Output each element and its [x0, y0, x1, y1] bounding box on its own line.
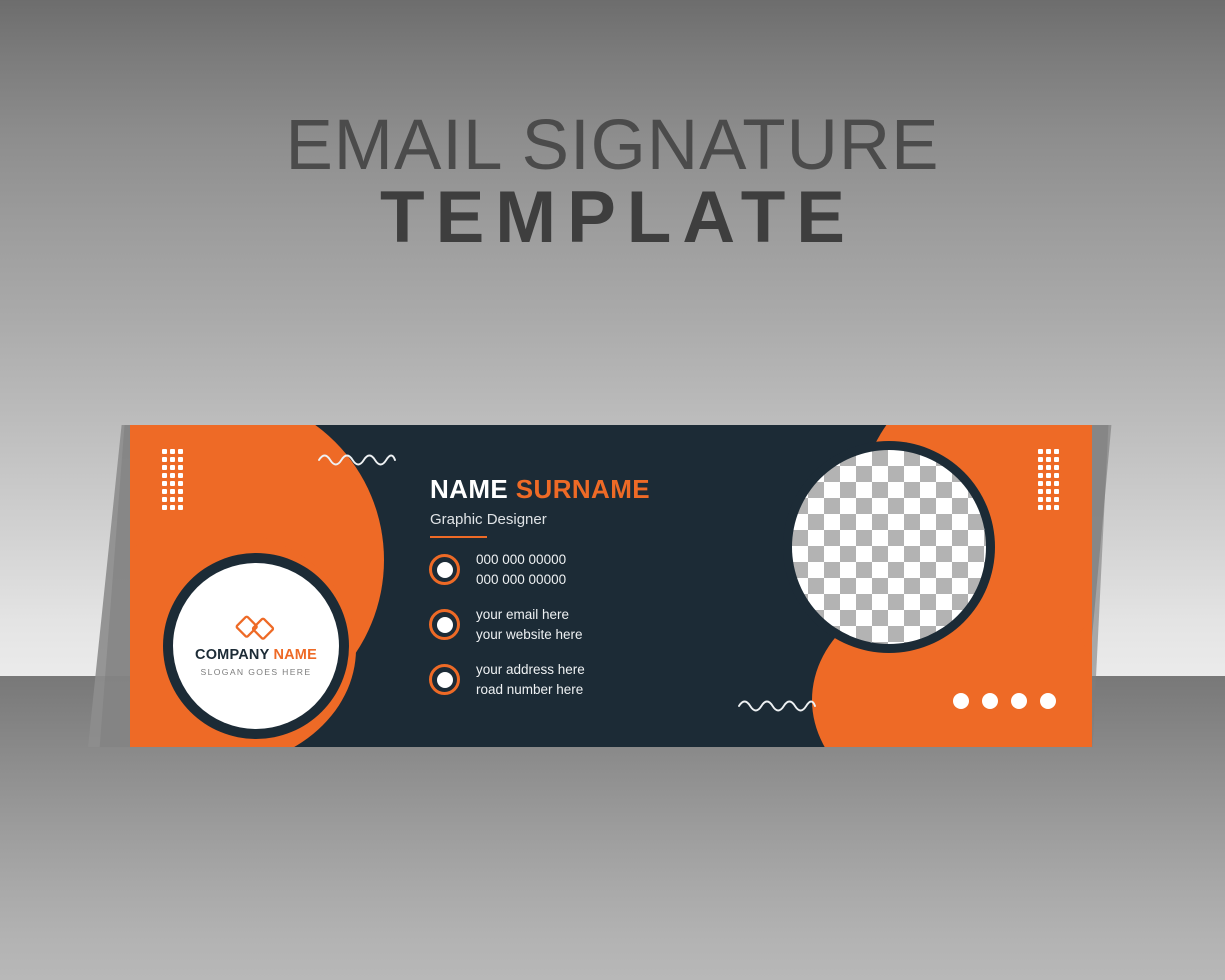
- company-logo-badge[interactable]: COMPANY NAME SLOGAN GOES HERE: [163, 553, 349, 739]
- logo-disc: COMPANY NAME SLOGAN GOES HERE: [173, 563, 339, 729]
- contact-address-lines: your address here road number here: [476, 660, 585, 699]
- contact-row-phone[interactable]: 000 000 00000 000 000 00000: [429, 550, 585, 589]
- person-first-name: NAME: [430, 474, 509, 504]
- contact-email-line-2: your website here: [476, 626, 583, 642]
- contact-address-line-1: your address here: [476, 662, 585, 678]
- wave-squiggle-top-icon: [318, 454, 396, 466]
- identity-block: NAME SURNAME Graphic Designer: [430, 475, 650, 539]
- person-full-name: NAME SURNAME: [430, 475, 650, 504]
- bottom-dot: [953, 693, 969, 709]
- overlapping-diamonds-icon: [235, 615, 275, 640]
- contact-list: 000 000 00000 000 000 00000 your email h…: [429, 550, 585, 699]
- location-icon: [429, 664, 460, 696]
- bottom-dot: [1040, 693, 1056, 709]
- email-signature-card: COMPANY NAME SLOGAN GOES HERE NAME SURNA…: [130, 425, 1092, 747]
- logo-company-primary: COMPANY: [195, 647, 270, 664]
- logo-company-accent: NAME: [273, 647, 317, 664]
- contact-phone-line-2: 000 000 00000: [476, 571, 567, 587]
- contact-email-line-1: your email here: [476, 607, 570, 623]
- photo-checkerboard-image: [792, 450, 986, 644]
- bottom-dot: [982, 693, 998, 709]
- dot-grid-right-icon: [1038, 449, 1059, 510]
- person-role: Graphic Designer: [430, 510, 547, 528]
- bottom-dot-row-icon: [953, 693, 1056, 709]
- logo-slogan: SLOGAN GOES HERE: [200, 666, 312, 677]
- bottom-dot: [1011, 693, 1027, 709]
- wave-squiggle-bottom-icon: [738, 700, 816, 712]
- person-last-name: SURNAME: [515, 474, 651, 504]
- logo-company-name: COMPANY NAME: [195, 647, 317, 664]
- contact-row-email[interactable]: your email here your website here: [429, 605, 585, 644]
- page-title-line-2: TEMPLATE: [380, 177, 856, 259]
- page-title-line-1: EMAIL SIGNATURE: [285, 106, 940, 185]
- contact-email-lines: your email here your website here: [476, 605, 583, 644]
- contact-phone-line-1: 000 000 00000: [476, 552, 567, 567]
- page-title: EMAIL SIGNATURE TEMPLATE: [0, 106, 1225, 259]
- phone-icon: [429, 554, 460, 586]
- role-underline-rule: [430, 535, 487, 539]
- contact-row-address[interactable]: your address here road number here: [429, 660, 585, 699]
- dot-grid-left-icon: [162, 449, 183, 510]
- contact-phone-lines: 000 000 00000 000 000 00000: [476, 550, 566, 589]
- email-icon: [429, 609, 460, 641]
- profile-photo-placeholder[interactable]: [783, 441, 995, 653]
- contact-address-line-2: road number here: [476, 681, 584, 697]
